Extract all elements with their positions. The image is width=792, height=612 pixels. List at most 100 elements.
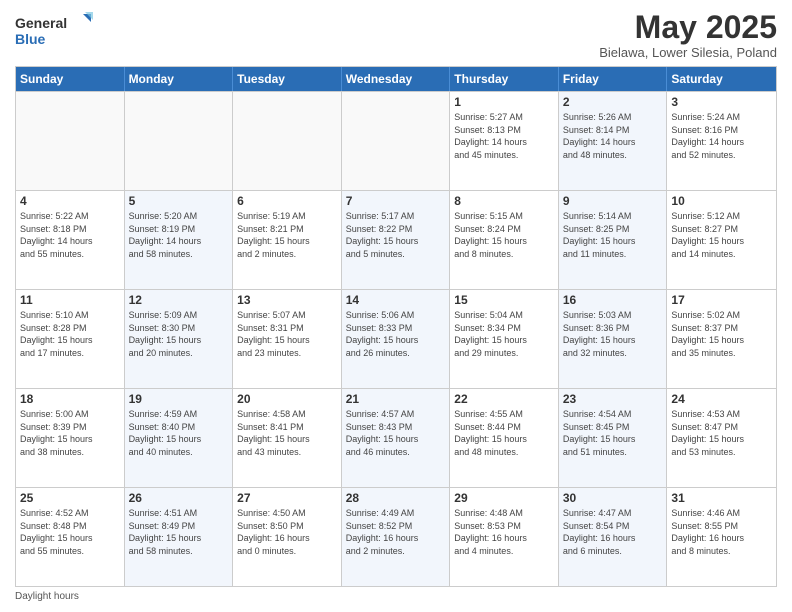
header-day-tuesday: Tuesday (233, 67, 342, 91)
day-info: Sunrise: 4:58 AM Sunset: 8:41 PM Dayligh… (237, 408, 337, 458)
day-info: Sunrise: 4:53 AM Sunset: 8:47 PM Dayligh… (671, 408, 772, 458)
day-cell-11: 11Sunrise: 5:10 AM Sunset: 8:28 PM Dayli… (16, 290, 125, 388)
day-info: Sunrise: 5:24 AM Sunset: 8:16 PM Dayligh… (671, 111, 772, 161)
location: Bielawa, Lower Silesia, Poland (599, 45, 777, 60)
day-cell-7: 7Sunrise: 5:17 AM Sunset: 8:22 PM Daylig… (342, 191, 451, 289)
day-number: 3 (671, 95, 772, 109)
day-cell-8: 8 Sunrise: 5:15 AM Sunset: 8:24 PM Daylig… (450, 191, 559, 289)
day-cell-13: 13Sunrise: 5:07 AM Sunset: 8:31 PM Dayli… (233, 290, 342, 388)
day-cell-19: 19 Sunrise: 4:59 AM Sunset: 8:40 PM Dayli… (125, 389, 234, 487)
day-cell-14: 14Sunrise: 5:06 AM Sunset: 8:33 PM Dayli… (342, 290, 451, 388)
day-number: 25 (20, 491, 120, 505)
day-info: Sunrise: 5:20 AM Sunset: 8:19 PM Dayligh… (129, 210, 229, 260)
day-number: 8 (454, 194, 554, 208)
day-cell-31: 31 Sunrise: 4:46 AM Sunset: 8:55 PM Dayli… (667, 488, 776, 586)
week-row-4: 18 Sunrise: 5:00 AM Sunset: 8:39 PM Dayli… (16, 388, 776, 487)
day-number: 12 (129, 293, 229, 307)
day-info: Sunrise: 4:55 AM Sunset: 8:44 PM Dayligh… (454, 408, 554, 458)
day-number: 4 (20, 194, 120, 208)
svg-text:Blue: Blue (15, 31, 46, 47)
day-cell-6: 6Sunrise: 5:19 AM Sunset: 8:21 PM Daylig… (233, 191, 342, 289)
day-number: 31 (671, 491, 772, 505)
header: General Blue May 2025 Bielawa, Lower Sil… (15, 10, 777, 60)
day-number: 22 (454, 392, 554, 406)
day-info: Sunrise: 5:15 AM Sunset: 8:24 PM Dayligh… (454, 210, 554, 260)
month-title: May 2025 (599, 10, 777, 45)
day-number: 10 (671, 194, 772, 208)
empty-cell (233, 92, 342, 190)
empty-cell (16, 92, 125, 190)
day-cell-25: 25 Sunrise: 4:52 AM Sunset: 8:48 PM Dayli… (16, 488, 125, 586)
day-cell-30: 30 Sunrise: 4:47 AM Sunset: 8:54 PM Dayli… (559, 488, 668, 586)
day-number: 29 (454, 491, 554, 505)
empty-cell (125, 92, 234, 190)
day-cell-23: 23Sunrise: 4:54 AM Sunset: 8:45 PM Dayli… (559, 389, 668, 487)
day-cell-18: 18 Sunrise: 5:00 AM Sunset: 8:39 PM Dayli… (16, 389, 125, 487)
header-day-saturday: Saturday (667, 67, 776, 91)
footer-label: Daylight hours (15, 591, 79, 602)
day-cell-15: 15 Sunrise: 5:04 AM Sunset: 8:34 PM Dayli… (450, 290, 559, 388)
day-number: 30 (563, 491, 663, 505)
week-row-3: 11Sunrise: 5:10 AM Sunset: 8:28 PM Dayli… (16, 289, 776, 388)
day-cell-17: 17 Sunrise: 5:02 AM Sunset: 8:37 PM Dayli… (667, 290, 776, 388)
calendar-header: SundayMondayTuesdayWednesdayThursdayFrid… (16, 67, 776, 91)
day-number: 18 (20, 392, 120, 406)
day-info: Sunrise: 4:46 AM Sunset: 8:55 PM Dayligh… (671, 507, 772, 557)
day-number: 16 (563, 293, 663, 307)
day-cell-22: 22 Sunrise: 4:55 AM Sunset: 8:44 PM Dayli… (450, 389, 559, 487)
header-day-monday: Monday (125, 67, 234, 91)
day-cell-12: 12Sunrise: 5:09 AM Sunset: 8:30 PM Dayli… (125, 290, 234, 388)
day-cell-2: 2 Sunrise: 5:26 AM Sunset: 8:14 PM Daylig… (559, 92, 668, 190)
day-cell-20: 20Sunrise: 4:58 AM Sunset: 8:41 PM Dayli… (233, 389, 342, 487)
header-day-friday: Friday (559, 67, 668, 91)
day-cell-4: 4 Sunrise: 5:22 AM Sunset: 8:18 PM Daylig… (16, 191, 125, 289)
calendar: SundayMondayTuesdayWednesdayThursdayFrid… (15, 66, 777, 587)
day-cell-21: 21 Sunrise: 4:57 AM Sunset: 8:43 PM Dayli… (342, 389, 451, 487)
day-info: Sunrise: 5:14 AM Sunset: 8:25 PM Dayligh… (563, 210, 663, 260)
day-cell-24: 24 Sunrise: 4:53 AM Sunset: 8:47 PM Dayli… (667, 389, 776, 487)
header-day-wednesday: Wednesday (342, 67, 451, 91)
day-cell-5: 5 Sunrise: 5:20 AM Sunset: 8:19 PM Daylig… (125, 191, 234, 289)
day-number: 23 (563, 392, 663, 406)
day-cell-29: 29 Sunrise: 4:48 AM Sunset: 8:53 PM Dayli… (450, 488, 559, 586)
day-cell-9: 9 Sunrise: 5:14 AM Sunset: 8:25 PM Daylig… (559, 191, 668, 289)
week-row-2: 4 Sunrise: 5:22 AM Sunset: 8:18 PM Daylig… (16, 190, 776, 289)
day-info: Sunrise: 5:26 AM Sunset: 8:14 PM Dayligh… (563, 111, 663, 161)
day-info: Sunrise: 4:50 AM Sunset: 8:50 PM Dayligh… (237, 507, 337, 557)
day-number: 28 (346, 491, 446, 505)
day-info: Sunrise: 5:07 AM Sunset: 8:31 PM Dayligh… (237, 309, 337, 359)
day-number: 14 (346, 293, 446, 307)
day-number: 19 (129, 392, 229, 406)
svg-text:General: General (15, 15, 67, 31)
day-info: Sunrise: 5:22 AM Sunset: 8:18 PM Dayligh… (20, 210, 120, 260)
day-info: Sunrise: 4:52 AM Sunset: 8:48 PM Dayligh… (20, 507, 120, 557)
day-number: 21 (346, 392, 446, 406)
day-info: Sunrise: 5:04 AM Sunset: 8:34 PM Dayligh… (454, 309, 554, 359)
day-info: Sunrise: 4:59 AM Sunset: 8:40 PM Dayligh… (129, 408, 229, 458)
footer: Daylight hours (15, 591, 777, 602)
day-info: Sunrise: 5:02 AM Sunset: 8:37 PM Dayligh… (671, 309, 772, 359)
day-number: 27 (237, 491, 337, 505)
day-cell-28: 28Sunrise: 4:49 AM Sunset: 8:52 PM Dayli… (342, 488, 451, 586)
day-number: 9 (563, 194, 663, 208)
day-number: 17 (671, 293, 772, 307)
header-day-thursday: Thursday (450, 67, 559, 91)
day-cell-1: 1Sunrise: 5:27 AM Sunset: 8:13 PM Daylig… (450, 92, 559, 190)
header-day-sunday: Sunday (16, 67, 125, 91)
day-cell-16: 16Sunrise: 5:03 AM Sunset: 8:36 PM Dayli… (559, 290, 668, 388)
day-cell-26: 26Sunrise: 4:51 AM Sunset: 8:49 PM Dayli… (125, 488, 234, 586)
day-info: Sunrise: 4:47 AM Sunset: 8:54 PM Dayligh… (563, 507, 663, 557)
day-number: 15 (454, 293, 554, 307)
day-info: Sunrise: 4:48 AM Sunset: 8:53 PM Dayligh… (454, 507, 554, 557)
day-number: 24 (671, 392, 772, 406)
day-info: Sunrise: 5:12 AM Sunset: 8:27 PM Dayligh… (671, 210, 772, 260)
day-cell-3: 3 Sunrise: 5:24 AM Sunset: 8:16 PM Daylig… (667, 92, 776, 190)
week-row-1: 1Sunrise: 5:27 AM Sunset: 8:13 PM Daylig… (16, 91, 776, 190)
day-number: 2 (563, 95, 663, 109)
day-info: Sunrise: 5:19 AM Sunset: 8:21 PM Dayligh… (237, 210, 337, 260)
day-info: Sunrise: 4:57 AM Sunset: 8:43 PM Dayligh… (346, 408, 446, 458)
day-info: Sunrise: 4:51 AM Sunset: 8:49 PM Dayligh… (129, 507, 229, 557)
day-number: 5 (129, 194, 229, 208)
day-info: Sunrise: 5:00 AM Sunset: 8:39 PM Dayligh… (20, 408, 120, 458)
day-info: Sunrise: 5:17 AM Sunset: 8:22 PM Dayligh… (346, 210, 446, 260)
